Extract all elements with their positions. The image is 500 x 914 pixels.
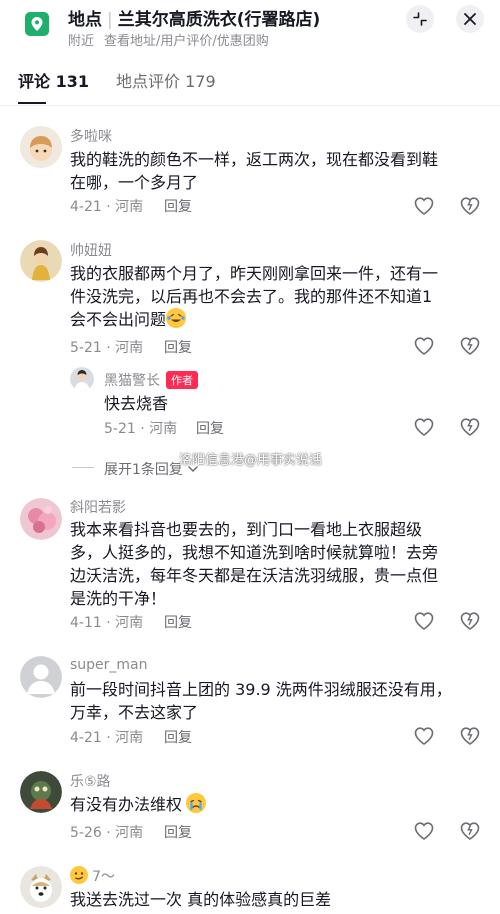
smirk-emoji [70,866,88,884]
tab-place-rating[interactable]: 地点评价 179 [116,68,216,92]
comment-username[interactable]: 7～ [70,866,115,886]
reply-region: 河南 [149,421,178,437]
comment-date: 5-26 [70,825,102,841]
comment-region: 河南 [115,615,144,631]
reply-button[interactable]: 回复 [196,418,224,438]
watermark: 洛阳信息港@用事实说话 [179,453,323,468]
reply-meta: 5-21 · 河南 [104,421,178,437]
dislike-heart-icon[interactable] [459,335,481,357]
comment-line: 边沃洁洗，每年冬天都是在沃洁洗羽绒服，贵一点但 [70,566,439,585]
like-heart-icon[interactable] [413,416,435,438]
collapse-icon [413,12,427,26]
comment-date: 4-21 [70,730,102,746]
dislike-heart-icon[interactable] [459,820,481,842]
comment-date: 4-11 [70,615,102,631]
location-header: 地点 | 兰其尔高质洗衣(行署路店) 附近 查看地址/用户评价/优惠团购 [0,0,500,56]
like-heart-icon[interactable] [413,335,435,357]
like-heart-icon[interactable] [413,610,435,632]
comment-username[interactable]: 帅妞妞 [70,240,112,260]
comment-meta: 4-21 · 河南 [70,199,144,215]
close-icon [464,13,476,25]
avatar[interactable] [70,367,94,391]
reply-button[interactable]: 回复 [164,196,192,216]
comment-region: 河南 [115,340,144,356]
location-title[interactable]: 地点 | 兰其尔高质洗衣(行署路店) [68,5,320,30]
dislike-heart-icon[interactable] [459,610,481,632]
location-pin-icon[interactable] [25,12,49,36]
reply-button[interactable]: 回复 [164,727,192,747]
dislike-heart-icon[interactable] [459,416,481,438]
location-name: 兰其尔高质洗衣(行署路店) [117,10,321,30]
comment-text: 我送去洗过一次 真的体验感真的巨差 [70,888,331,911]
location-detail-link: 查看地址/用户评价/优惠团购 [104,34,269,49]
reply-button[interactable]: 回复 [164,822,192,842]
comment-line: 多，人挺多的，我想不知道洗到啥时候就算啦！去旁 [70,543,439,562]
comment-line-with-emoji: 有没有办法维权 [70,793,207,816]
comment-line: 我的衣服都两个月了，昨天刚刚拿回来一件，还有一 [70,264,439,283]
comment-region: 河南 [115,199,144,215]
reply-date: 5-21 [104,421,136,437]
comment-line: 我送去洗过一次 真的体验感真的巨差 [70,890,332,909]
avatar[interactable] [20,866,62,908]
active-tab-indicator [18,102,46,104]
comment-line-with-emoji: 会不会出问题 [70,308,438,331]
reply-username[interactable]: 黑猫警长 作者 [104,370,198,390]
comment-line: 是洗的干净！ [70,589,167,608]
comment-meta: 4-21 · 河南 [70,730,144,746]
author-badge: 作者 [166,371,198,389]
expand-divider [72,467,94,468]
like-heart-icon[interactable] [413,725,435,747]
avatar[interactable] [20,240,62,282]
comment-username[interactable]: super_man [70,657,148,673]
comment-meta: 5-26 · 河南 [70,825,144,841]
laughing-tears-emoji [166,308,187,328]
dislike-heart-icon[interactable] [459,195,481,217]
tab-comments[interactable]: 评论 131 [18,68,89,92]
comment-text: 我本来看抖音也要去的，到门口一看地上衣服超级 多，人挺多的，我想不知道洗到啥时候… [70,518,438,610]
comment-line: 前一段时间抖音上团的 39.9 洗两件羽绒服还没有用， [70,680,452,699]
comment-region: 河南 [115,730,144,746]
comment-line: 在哪，一个多月了 [70,173,199,192]
collapse-button[interactable] [406,5,434,33]
comment-meta: 4-11 · 河南 [70,615,144,631]
comment-line: 我的鞋洗的颜色不一样，返工两次，现在都没看到鞋 [70,150,439,169]
reply-button[interactable]: 回复 [164,612,192,632]
comment-meta: 5-21 · 河南 [70,340,144,356]
avatar[interactable] [20,771,62,813]
comment-username[interactable]: 多啦咪 [70,126,112,146]
like-heart-icon[interactable] [413,820,435,842]
location-subtitle[interactable]: 附近 查看地址/用户评价/优惠团购 [68,30,269,49]
avatar[interactable] [20,656,62,698]
comment-date: 4-21 [70,199,102,215]
location-prefix: 地点 [68,10,102,30]
comment-line: 我本来看抖音也要去的，到门口一看地上衣服超级 [70,520,423,539]
comment-username[interactable]: 乐⑤路 [70,771,111,791]
comment-line: 件没洗完，以后再也不会去了。我的那件还不知道1 [70,287,433,306]
comment-line: 万幸，不去这家了 [70,703,199,722]
crying-emoji [186,793,207,813]
reply-button[interactable]: 回复 [164,337,192,357]
comment-date: 5-21 [70,340,102,356]
tab-bar: 评论 131 地点评价 179 [0,56,500,106]
avatar[interactable] [20,498,62,540]
comment-username[interactable]: 斜阳若影 [70,497,126,517]
distance-label: 附近 [68,34,95,49]
reply-text: 快去烧香 [104,394,169,413]
dislike-heart-icon[interactable] [459,725,481,747]
avatar[interactable] [20,126,62,168]
comment-text: 我的衣服都两个月了，昨天刚刚拿回来一件，还有一 件没洗完，以后再也不会去了。我的… [70,262,438,331]
close-button[interactable] [456,5,484,33]
like-heart-icon[interactable] [413,195,435,217]
comment-text: 前一段时间抖音上团的 39.9 洗两件羽绒服还没有用， 万幸，不去这家了 [70,678,452,724]
comment-region: 河南 [115,825,144,841]
comment-text: 我的鞋洗的颜色不一样，返工两次，现在都没看到鞋 在哪，一个多月了 [70,148,438,194]
comment-text: 有没有办法维权 [70,793,207,816]
